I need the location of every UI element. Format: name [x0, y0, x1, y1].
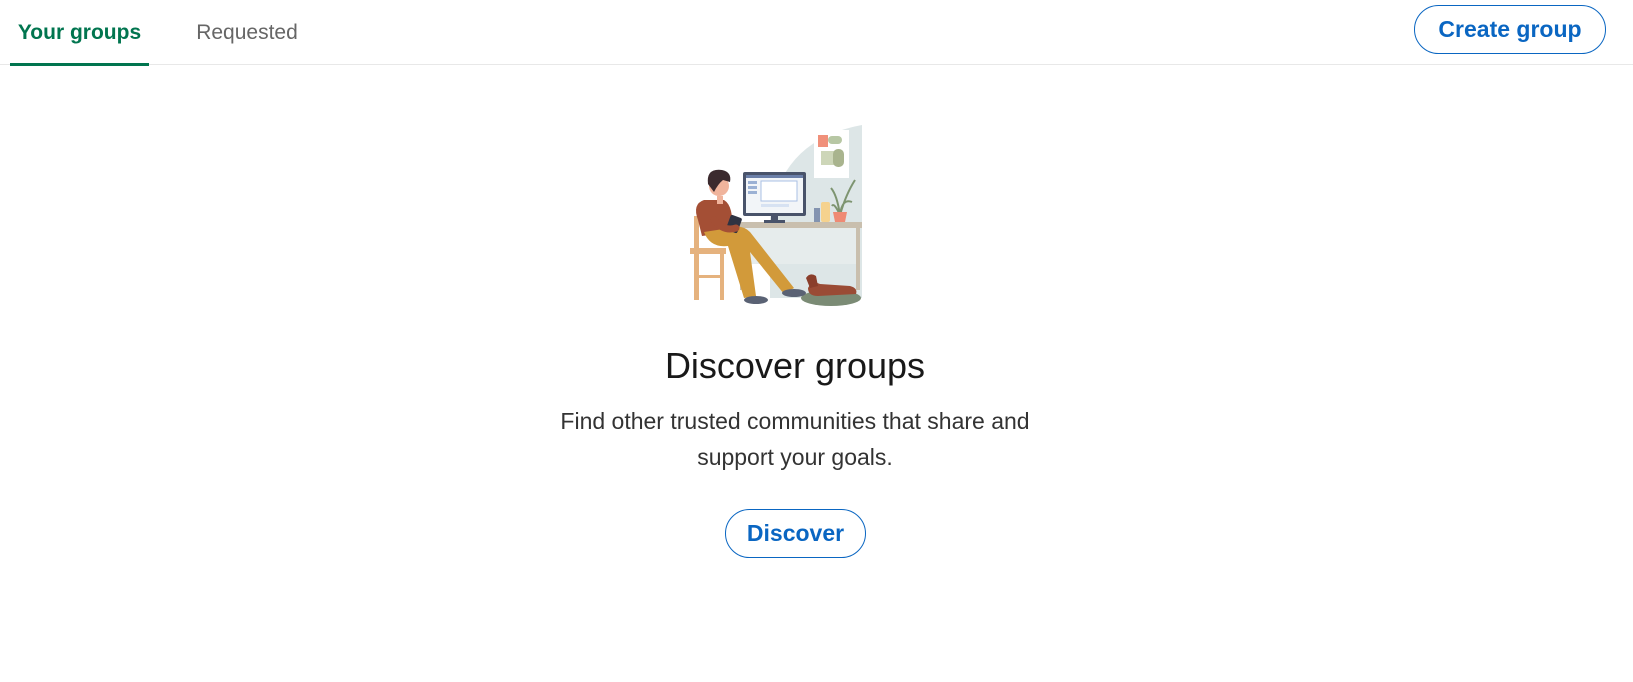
person-at-desk-illustration — [690, 120, 900, 320]
tab-requested[interactable]: Requested — [190, 0, 304, 65]
tab-your-groups[interactable]: Your groups — [10, 0, 149, 66]
empty-state-description: Find other trusted communities that shar… — [560, 408, 1030, 470]
discover-button[interactable]: Discover — [725, 509, 866, 558]
tab-bar: Your groups Requested Create group — [0, 0, 1633, 66]
tab-your-groups-label: Your groups — [17, 20, 142, 44]
tab-requested-label: Requested — [196, 20, 298, 44]
empty-state-title: Discover groups — [664, 345, 926, 386]
create-group-button[interactable]: Create group — [1414, 5, 1606, 54]
